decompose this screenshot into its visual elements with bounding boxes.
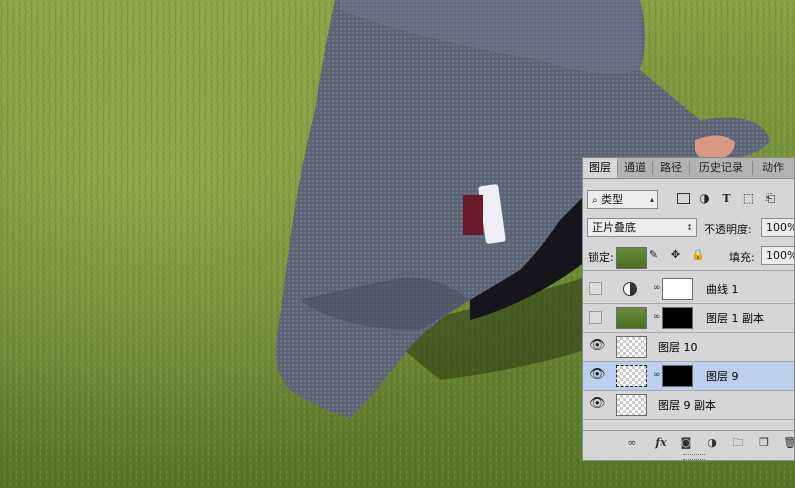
- fx-icon[interactable]: fx: [653, 436, 669, 450]
- resize-grip[interactable]: [683, 454, 705, 460]
- visibility-toggle[interactable]: [589, 282, 602, 295]
- link-icon[interactable]: ∞: [653, 311, 661, 324]
- search-icon: ⌕: [592, 195, 598, 206]
- type-filter-icon[interactable]: T: [720, 192, 733, 205]
- layer-row-curves-1[interactable]: ∞ 曲线 1: [583, 275, 794, 304]
- lock-label: 锁定:: [588, 251, 614, 264]
- trash-icon[interactable]: 🗑: [783, 436, 794, 450]
- link-layers-icon[interactable]: ∞: [625, 436, 639, 450]
- layer-row-layer-10[interactable]: 👁 图层 10: [583, 333, 794, 362]
- layers-list: ∞ 曲线 1 ∞ 图层 1 副本 👁 图层 10 👁 ∞ 图层 9 👁 图层 9…: [583, 247, 794, 431]
- fill-value: 100%: [766, 249, 795, 262]
- tab-channels[interactable]: 通道: [618, 158, 652, 178]
- layer-name[interactable]: 曲线 1: [706, 275, 739, 304]
- link-icon[interactable]: ∞: [653, 369, 661, 382]
- blend-mode-select[interactable]: 正片叠底 ↕: [587, 218, 697, 237]
- layer-mask-thumbnail[interactable]: [662, 278, 693, 300]
- visibility-toggle[interactable]: [589, 311, 602, 324]
- layer-thumbnail[interactable]: [616, 307, 647, 329]
- tab-actions[interactable]: 动作: [753, 158, 793, 178]
- link-icon[interactable]: ∞: [653, 282, 661, 295]
- layer-row-partial[interactable]: [583, 247, 794, 271]
- layer-thumbnail[interactable]: [616, 365, 647, 387]
- opacity-input[interactable]: 100%: [761, 218, 795, 237]
- layer-name[interactable]: 图层 9 副本: [658, 391, 716, 420]
- opacity-value: 100%: [766, 221, 795, 234]
- panel-bottom-toolbar: ∞ fx ◙ ◑ 🗀 ❐ 🗑: [583, 430, 794, 456]
- blend-mode-value: 正片叠底: [592, 221, 636, 234]
- layer-row-layer-9[interactable]: 👁 ∞ 图层 9: [583, 362, 794, 391]
- layer-mask-thumbnail[interactable]: [662, 365, 693, 387]
- updown-arrow-icon: ▴: [649, 195, 654, 204]
- lock-all-icon[interactable]: 🔒: [691, 248, 705, 261]
- lock-position-icon[interactable]: ✥: [669, 248, 682, 261]
- layer-name[interactable]: 图层 1 副本: [706, 304, 764, 333]
- layer-name[interactable]: 图层 9: [706, 362, 739, 391]
- layer-row-layer-1-copy[interactable]: ∞ 图层 1 副本: [583, 304, 794, 333]
- layer-thumbnail: [616, 247, 647, 269]
- layer-mask-thumbnail[interactable]: [662, 307, 693, 329]
- tab-layers[interactable]: 图层: [583, 158, 617, 178]
- folder-icon[interactable]: 🗀: [731, 436, 745, 450]
- lock-row: 锁定: ✎ ✥ 🔒 填充: 100%: [583, 245, 795, 267]
- opacity-label: 不透明度:: [704, 223, 752, 236]
- layer-thumbnail[interactable]: [616, 336, 647, 358]
- filter-kind-label: 类型: [601, 193, 624, 206]
- blend-row: 正片叠底 ↕ 不透明度: 100%: [583, 217, 795, 239]
- lock-image-pixels-icon[interactable]: ✎: [647, 248, 660, 261]
- pixel-filter-icon[interactable]: [677, 193, 690, 204]
- tab-paths[interactable]: 路径: [653, 158, 689, 178]
- eye-icon[interactable]: 👁: [589, 397, 606, 411]
- eye-icon[interactable]: 👁: [589, 368, 606, 382]
- layers-panel: 图层 通道 路径 历史记录 动作 ⌕ 类型 ▴ ◑ T ⬚ ⎗ 正片叠底 ↕ 不…: [582, 157, 795, 461]
- layer-name[interactable]: 图层 10: [658, 333, 698, 362]
- filter-row: ⌕ 类型 ▴ ◑ T ⬚ ⎗: [583, 189, 794, 211]
- add-mask-icon[interactable]: ◙: [679, 436, 693, 450]
- smart-object-filter-icon[interactable]: ⎗: [764, 192, 777, 205]
- panel-tab-bar: 图层 通道 路径 历史记录 动作: [583, 158, 794, 179]
- layer-thumbnail[interactable]: [616, 394, 647, 416]
- fill-label: 填充:: [729, 251, 755, 264]
- updown-arrow-icon: ↕: [686, 223, 693, 232]
- shape-filter-icon[interactable]: ⬚: [742, 192, 755, 205]
- tab-history[interactable]: 历史记录: [690, 158, 752, 178]
- adjustment-filter-icon[interactable]: ◑: [698, 192, 711, 205]
- curves-adjustment-icon: [623, 282, 637, 296]
- filter-kind-select[interactable]: ⌕ 类型 ▴: [587, 190, 658, 209]
- fill-input[interactable]: 100%: [761, 246, 795, 265]
- eye-icon[interactable]: 👁: [589, 339, 606, 353]
- adjustment-layer-icon[interactable]: ◑: [705, 436, 719, 450]
- new-layer-icon[interactable]: ❐: [757, 436, 771, 450]
- layer-row-layer-9-copy[interactable]: 👁 图层 9 副本: [583, 391, 794, 420]
